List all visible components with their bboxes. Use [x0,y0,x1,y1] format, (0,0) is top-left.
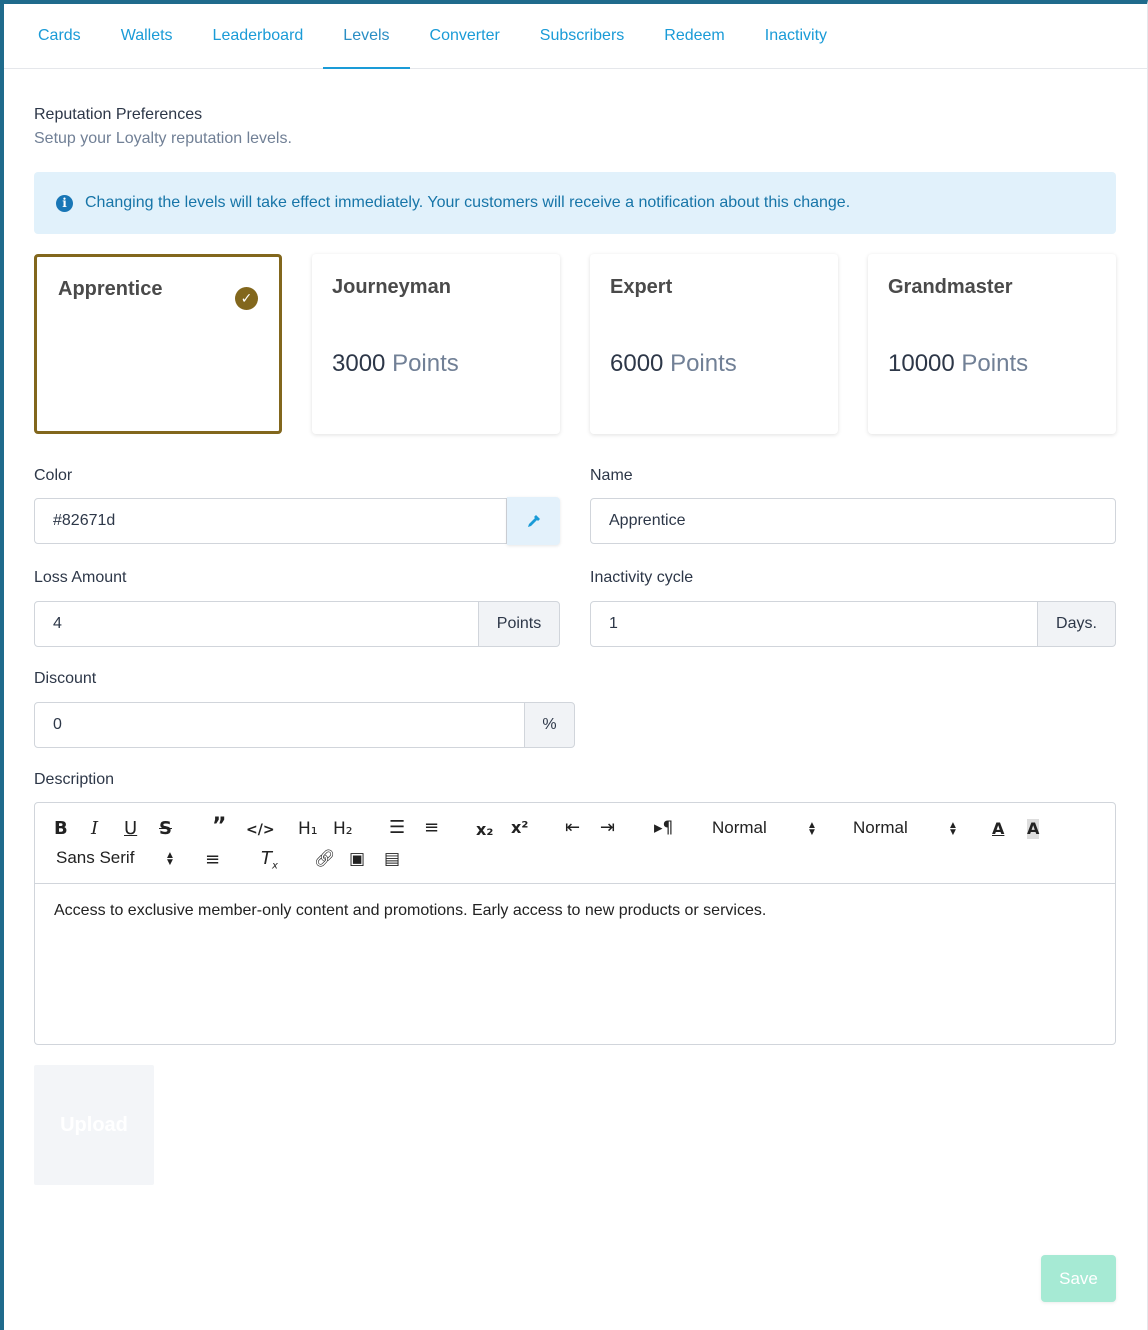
text-direction-icon[interactable]: ▸¶ [654,818,673,838]
italic-icon[interactable]: I [91,819,98,839]
editor-content[interactable]: Access to exclusive member-only content … [54,902,766,920]
level-points: 6000 Points [610,350,737,378]
level-card-expert[interactable]: Expert 6000 Points [590,254,838,434]
level-points-unit: Points [961,350,1029,377]
strikethrough-icon[interactable]: S [159,819,172,839]
level-name: Expert [610,276,673,298]
font-select[interactable]: Sans Serif ▲ ▼ [56,848,176,868]
outdent-icon[interactable]: ⇤ [565,818,580,838]
level-points-unit: Points [670,350,737,377]
description-label: Description [34,771,115,788]
level-points-value: 6000 [610,350,664,377]
loss-amount-input[interactable]: 4 [34,601,479,647]
discount-input[interactable]: 0 [34,702,525,748]
info-alert: i Changing the levels will take effect i… [34,172,1116,234]
indent-icon[interactable]: ⇥ [600,818,615,838]
loss-amount-unit: Points [478,601,560,647]
level-cards: Apprentice ✓ Journeyman 3000 Points Expe… [34,254,1116,434]
level-name: Journeyman [332,276,451,298]
underline-icon[interactable]: U [124,819,137,839]
tab-cards[interactable]: Cards [18,4,101,69]
text-color-icon[interactable]: A [992,819,1004,839]
video-icon[interactable]: ▤ [384,849,400,869]
level-points-value: 10000 [888,350,955,377]
inactivity-cycle-unit: Days. [1037,601,1116,647]
link-icon[interactable]: 🔗︎ [314,849,336,869]
discount-label: Discount [34,670,97,687]
clear-format-icon[interactable]: Tx [261,849,278,877]
section-title: Reputation Preferences [34,106,203,123]
eyedropper-icon [527,515,540,527]
tab-leaderboard[interactable]: Leaderboard [193,4,324,69]
level-points: 10000 Points [888,350,1028,378]
level-name: Grandmaster [888,276,1013,298]
ordered-list-icon[interactable]: ☰ [389,818,405,838]
name-label: Name [590,467,633,484]
top-tabs: Cards Wallets Leaderboard Levels Convert… [4,4,1147,69]
level-points-unit: Points [392,350,459,377]
tab-levels[interactable]: Levels [323,4,410,69]
blockquote-icon[interactable]: ” [212,816,226,838]
select-arrows-icon: ▲ ▼ [165,850,175,868]
name-input[interactable]: Apprentice [590,498,1116,544]
bold-icon[interactable]: B [54,819,68,839]
header-select[interactable]: Normal ▲ ▼ [712,818,822,838]
inactivity-cycle-label: Inactivity cycle [590,569,694,586]
level-card-journeyman[interactable]: Journeyman 3000 Points [312,254,560,434]
color-picker-button[interactable] [507,497,560,545]
align-icon[interactable]: ≡ [205,850,220,870]
superscript-icon[interactable]: x² [511,818,528,838]
level-points-value: 3000 [332,350,386,377]
editor-toolbar: B I U S ” </> H₁ H₂ ☰ ≡ x₂ x² ⇤ ⇥ ▸¶ Nor… [35,803,1115,884]
select-arrows-icon: ▲ ▼ [807,820,817,838]
tab-inactivity[interactable]: Inactivity [745,4,847,69]
section-subtitle: Setup your Loyalty reputation levels. [34,130,292,147]
header-select-value: Normal [712,818,767,837]
code-block-icon[interactable]: </> [246,820,275,840]
image-icon[interactable]: ▣ [349,849,365,869]
loss-amount-label: Loss Amount [34,569,127,586]
size-select-value: Normal [853,818,908,837]
level-name: Apprentice [58,278,163,300]
color-label: Color [34,467,73,484]
bullet-list-icon[interactable]: ≡ [424,818,439,838]
color-input[interactable]: #82671d [34,498,507,544]
font-select-value: Sans Serif [56,848,135,867]
tab-wallets[interactable]: Wallets [101,4,193,69]
size-select[interactable]: Normal ▲ ▼ [853,818,963,838]
tab-subscribers[interactable]: Subscribers [520,4,644,69]
discount-unit: % [524,702,575,748]
tab-converter[interactable]: Converter [410,4,520,69]
upload-button[interactable]: Upload [34,1065,154,1185]
page-frame: Cards Wallets Leaderboard Levels Convert… [0,0,1148,1330]
inactivity-cycle-input[interactable]: 1 [590,601,1038,647]
save-button[interactable]: Save [1041,1255,1116,1302]
tab-redeem[interactable]: Redeem [644,4,744,69]
background-color-icon[interactable]: A [1027,819,1040,839]
heading-1-icon[interactable]: H₁ [298,819,318,839]
select-arrows-icon: ▲ ▼ [948,820,958,838]
alert-text: Changing the levels will take effect imm… [85,194,851,211]
heading-2-icon[interactable]: H₂ [333,819,353,839]
subscript-icon[interactable]: x₂ [476,820,493,840]
level-card-apprentice[interactable]: Apprentice ✓ [34,254,282,434]
info-icon: i [56,194,73,212]
level-points: 3000 Points [332,350,459,378]
level-card-grandmaster[interactable]: Grandmaster 10000 Points [868,254,1116,434]
rich-text-editor: B I U S ” </> H₁ H₂ ☰ ≡ x₂ x² ⇤ ⇥ ▸¶ Nor… [34,802,1116,1045]
check-circle-icon: ✓ [235,287,258,310]
